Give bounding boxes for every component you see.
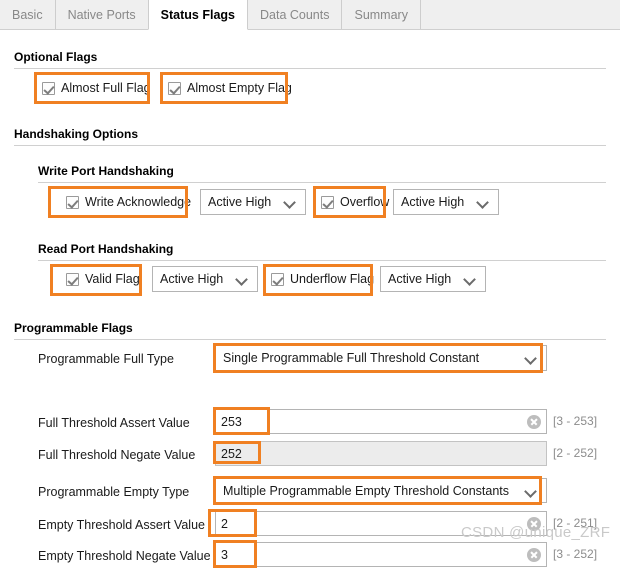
label-programmable-full-type: Programmable Full Type — [38, 352, 174, 366]
dropdown-programmable-full-type-value: Single Programmable Full Threshold Const… — [223, 351, 524, 365]
label-empty-threshold-assert-value: Empty Threshold Assert Value — [38, 518, 205, 532]
checkbox-almost-empty-flag[interactable]: Almost Empty Flag — [168, 81, 292, 95]
tab-status-flags-label: Status Flags — [161, 8, 235, 22]
range-hint-empty-threshold-negate-value: [3 - 252] — [553, 547, 597, 561]
checkbox-underflow-flag[interactable]: Underflow Flag — [271, 272, 374, 286]
section-rule-handshaking-options — [14, 145, 606, 146]
dropdown-write-acknowledge-polarity[interactable]: Active High — [200, 189, 306, 215]
checkbox-label-valid-flag: Valid Flag — [85, 272, 140, 286]
checkbox-box-almost-empty-flag[interactable] — [168, 82, 181, 95]
tab-summary[interactable]: Summary — [342, 0, 420, 29]
section-rule-programmable-flags — [14, 339, 606, 340]
checkbox-overflow[interactable]: Overflow — [321, 195, 389, 209]
dropdown-programmable-full-type[interactable]: Single Programmable Full Threshold Const… — [215, 345, 547, 371]
checkbox-almost-full-flag[interactable]: Almost Full Flag — [42, 81, 151, 95]
subsection-title-write-port-handshaking: Write Port Handshaking — [38, 164, 174, 178]
dropdown-programmable-empty-type-value: Multiple Programmable Empty Threshold Co… — [223, 484, 524, 498]
chevron-down-icon — [235, 272, 249, 286]
checkbox-label-write-acknowledge: Write Acknowledge — [85, 195, 191, 209]
input-full-threshold-assert-value-text: 253 — [221, 415, 527, 429]
section-title-programmable-flags: Programmable Flags — [14, 321, 133, 335]
label-empty-threshold-negate-value: Empty Threshold Negate Value — [38, 549, 211, 563]
chevron-down-icon — [524, 484, 538, 498]
tab-data-counts[interactable]: Data Counts — [248, 0, 342, 29]
checkbox-label-underflow-flag: Underflow Flag — [290, 272, 374, 286]
clear-icon[interactable] — [527, 415, 541, 429]
input-full-threshold-negate-value: 252 — [215, 441, 547, 466]
input-empty-threshold-negate-value-text: 3 — [221, 548, 527, 562]
tab-bar: Basic Native Ports Status Flags Data Cou… — [0, 0, 620, 30]
checkbox-box-valid-flag[interactable] — [66, 273, 79, 286]
tab-basic[interactable]: Basic — [0, 0, 56, 29]
checkbox-valid-flag[interactable]: Valid Flag — [66, 272, 140, 286]
checkbox-label-almost-empty-flag: Almost Empty Flag — [187, 81, 292, 95]
section-title-optional-flags: Optional Flags — [14, 50, 97, 64]
dropdown-overflow-polarity-value: Active High — [401, 195, 476, 209]
chevron-down-icon — [283, 195, 297, 209]
tab-status-flags[interactable]: Status Flags — [148, 0, 248, 30]
dropdown-write-acknowledge-polarity-value: Active High — [208, 195, 283, 209]
checkbox-box-almost-full-flag[interactable] — [42, 82, 55, 95]
tab-native-ports[interactable]: Native Ports — [56, 0, 149, 29]
watermark: CSDN @unique_ZRF — [461, 524, 610, 541]
range-hint-full-threshold-negate-value: [2 - 252] — [553, 446, 597, 460]
checkbox-box-underflow-flag[interactable] — [271, 273, 284, 286]
tab-native-ports-label: Native Ports — [68, 8, 136, 22]
tab-basic-label: Basic — [12, 8, 43, 22]
checkbox-box-write-acknowledge[interactable] — [66, 196, 79, 209]
checkbox-label-almost-full-flag: Almost Full Flag — [61, 81, 151, 95]
dropdown-overflow-polarity[interactable]: Active High — [393, 189, 499, 215]
subsection-title-read-port-handshaking: Read Port Handshaking — [38, 242, 173, 256]
chevron-down-icon — [524, 351, 538, 365]
dropdown-programmable-empty-type[interactable]: Multiple Programmable Empty Threshold Co… — [215, 478, 547, 503]
range-hint-full-threshold-assert-value: [3 - 253] — [553, 414, 597, 428]
input-full-threshold-negate-value-text: 252 — [221, 447, 546, 461]
chevron-down-icon — [476, 195, 490, 209]
checkbox-box-overflow[interactable] — [321, 196, 334, 209]
checkbox-write-acknowledge[interactable]: Write Acknowledge — [66, 195, 191, 209]
dropdown-underflow-flag-polarity-value: Active High — [388, 272, 463, 286]
tab-bar-filler — [421, 0, 620, 29]
subsection-rule-write-port-handshaking — [38, 182, 606, 183]
tab-summary-label: Summary — [354, 8, 407, 22]
dropdown-valid-flag-polarity[interactable]: Active High — [152, 266, 258, 292]
label-full-threshold-assert-value: Full Threshold Assert Value — [38, 416, 190, 430]
section-title-handshaking-options: Handshaking Options — [14, 127, 138, 141]
clear-icon[interactable] — [527, 548, 541, 562]
dropdown-valid-flag-polarity-value: Active High — [160, 272, 235, 286]
dropdown-underflow-flag-polarity[interactable]: Active High — [380, 266, 486, 292]
status-flags-panel: Optional Flags Almost Full Flag Almost E… — [0, 30, 620, 546]
section-rule-optional-flags — [14, 68, 606, 69]
label-full-threshold-negate-value: Full Threshold Negate Value — [38, 448, 195, 462]
subsection-rule-read-port-handshaking — [38, 260, 606, 261]
checkbox-label-overflow: Overflow — [340, 195, 389, 209]
tab-data-counts-label: Data Counts — [260, 8, 329, 22]
label-programmable-empty-type: Programmable Empty Type — [38, 485, 189, 499]
input-full-threshold-assert-value[interactable]: 253 — [215, 409, 547, 434]
chevron-down-icon — [463, 272, 477, 286]
